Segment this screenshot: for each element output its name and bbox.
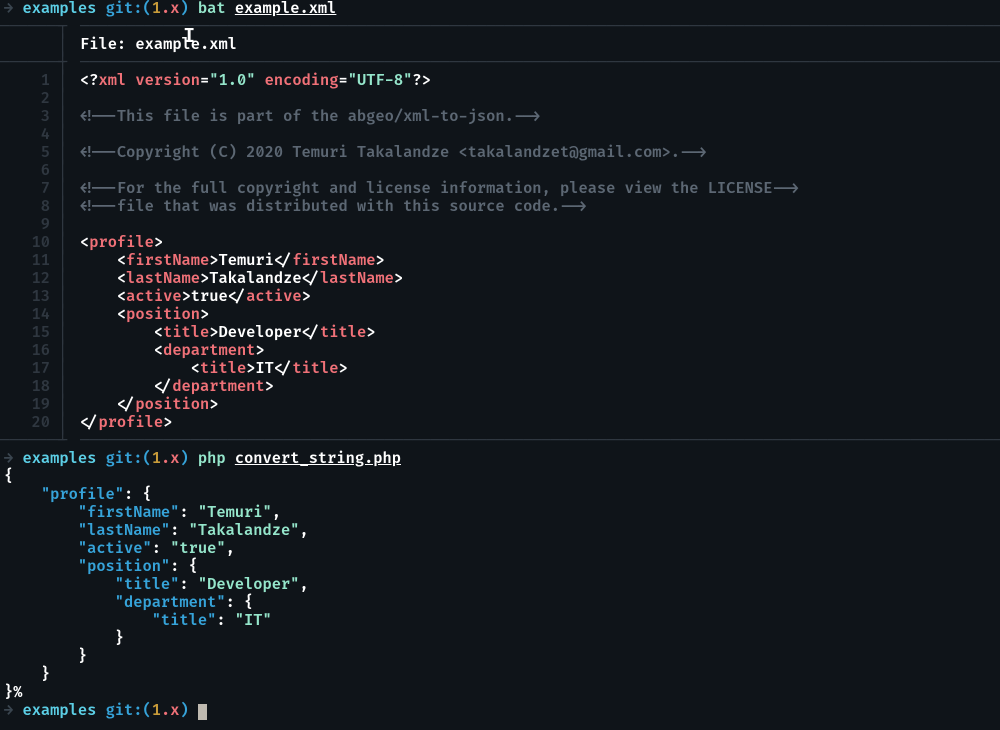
code-line: 19│ </position> bbox=[0, 396, 1000, 414]
code-line: 7│<!--For the full copyright and license… bbox=[0, 180, 1000, 198]
command-bat: bat bbox=[198, 0, 226, 18]
terminal-cursor[interactable] bbox=[198, 704, 207, 720]
branch-dot: . bbox=[161, 0, 170, 18]
file-label: File: bbox=[80, 35, 126, 54]
code-line: 6│ bbox=[0, 162, 1000, 180]
code-line: 14│ <position> bbox=[0, 306, 1000, 324]
prompt-git-label: git: bbox=[106, 449, 143, 468]
code-line: 10│<profile> bbox=[0, 234, 1000, 252]
code-line: 17│ <title>IT</title> bbox=[0, 360, 1000, 378]
json-line: "position": { bbox=[0, 558, 1000, 576]
terminal-screen[interactable]: → examples git:(1.x) bat example.xml ───… bbox=[0, 0, 1000, 720]
json-line: { bbox=[0, 468, 1000, 486]
code-line: 18│ </department> bbox=[0, 378, 1000, 396]
code-line: 12│ <lastName>Takalandze</lastName> bbox=[0, 270, 1000, 288]
json-line: } bbox=[0, 666, 1000, 684]
prompt-line-1: → examples git:(1.x) bat example.xml bbox=[0, 0, 1000, 18]
bat-rule-top: ───────┬────────────────────────────────… bbox=[0, 18, 1000, 36]
code-line: 11│ <firstName>Temuri</firstName> bbox=[0, 252, 1000, 270]
bat-rule-mid: ───────┼────────────────────────────────… bbox=[0, 54, 1000, 72]
json-line: "lastName": "Takalandze", bbox=[0, 522, 1000, 540]
code-line: 16│ <department> bbox=[0, 342, 1000, 360]
json-line: "department": { bbox=[0, 594, 1000, 612]
file-name: example.xml bbox=[135, 35, 237, 54]
json-line: "title": "IT" bbox=[0, 612, 1000, 630]
prompt-git-label: git: bbox=[106, 0, 143, 18]
prompt-dir: examples bbox=[22, 0, 96, 18]
json-line: "active": "true", bbox=[0, 540, 1000, 558]
bat-rule-bot: ───────┴────────────────────────────────… bbox=[0, 432, 1000, 450]
prompt-line-2: → examples git:(1.x) php convert_string.… bbox=[0, 450, 1000, 468]
paren-close: ) bbox=[179, 0, 188, 18]
prompt-arrow: → bbox=[4, 449, 13, 468]
php-json-output: { "profile": { "firstName": "Temuri", "l… bbox=[0, 468, 1000, 702]
json-line: "title": "Developer", bbox=[0, 576, 1000, 594]
prompt-arrow: → bbox=[4, 0, 13, 18]
code-line: 8│<!--file that was distributed with thi… bbox=[0, 198, 1000, 216]
command-php: php bbox=[198, 449, 226, 468]
bat-file-header: │File: example.xml bbox=[0, 36, 1000, 54]
code-line: 15│ <title>Developer</title> bbox=[0, 324, 1000, 342]
json-line: "firstName": "Temuri", bbox=[0, 504, 1000, 522]
arg-example-xml: example.xml bbox=[235, 0, 337, 18]
prompt-dir: examples bbox=[22, 701, 96, 720]
code-line: 13│ <active>true</active> bbox=[0, 288, 1000, 306]
prompt-git-label: git: bbox=[106, 701, 143, 720]
json-line: "profile": { bbox=[0, 486, 1000, 504]
json-line: }% bbox=[0, 684, 1000, 702]
code-line: 5│<!--Copyright (C) 2020 Temuri Takaland… bbox=[0, 144, 1000, 162]
json-line: } bbox=[0, 648, 1000, 666]
code-line: 4│ bbox=[0, 126, 1000, 144]
code-line: 2│ bbox=[0, 90, 1000, 108]
code-line: 20│</profile> bbox=[0, 414, 1000, 432]
code-line: 9│ bbox=[0, 216, 1000, 234]
branch-major: 1 bbox=[152, 0, 161, 18]
bat-output: ───────┬────────────────────────────────… bbox=[0, 18, 1000, 450]
prompt-arrow: → bbox=[4, 701, 13, 720]
code-line: 1│<?xml version="1.0" encoding="UTF-8"?> bbox=[0, 72, 1000, 90]
arg-convert-string-php: convert_string.php bbox=[235, 449, 401, 468]
code-line: 3│<!--This file is part of the abgeo/xml… bbox=[0, 108, 1000, 126]
paren-open: ( bbox=[143, 0, 152, 18]
prompt-line-3[interactable]: → examples git:(1.x) bbox=[0, 702, 1000, 720]
json-line: } bbox=[0, 630, 1000, 648]
prompt-dir: examples bbox=[22, 449, 96, 468]
